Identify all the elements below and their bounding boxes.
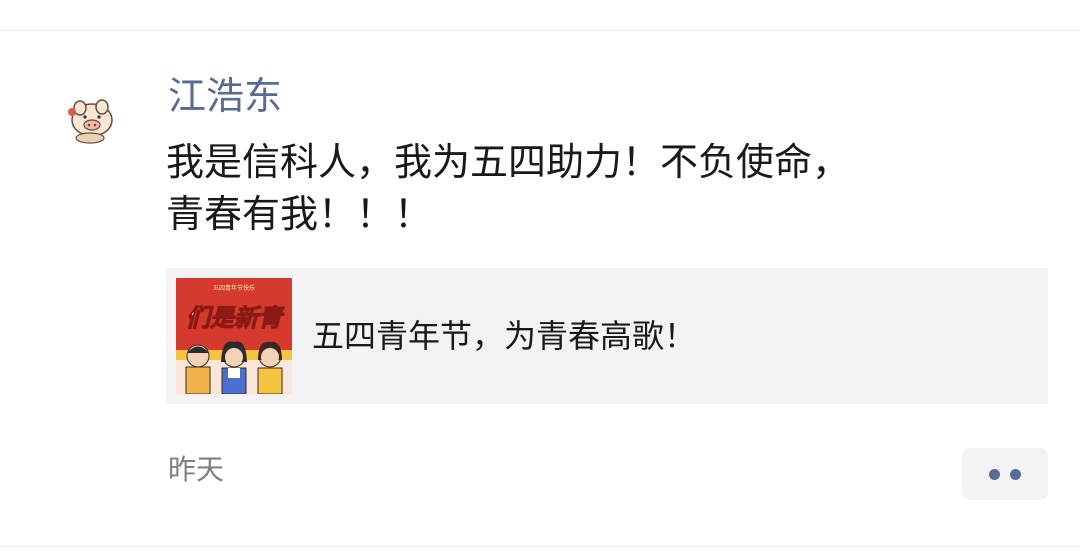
author-name[interactable]: 江浩东 bbox=[168, 72, 282, 120]
timestamp: 昨天 bbox=[168, 453, 225, 486]
moments-post: 江浩东 我是信科人，我为五四助力！不负使命， 青春有我！！！ 五四青年节快乐 们… bbox=[0, 0, 1080, 554]
more-button[interactable] bbox=[962, 448, 1048, 500]
cartoon-pig-avatar-icon bbox=[60, 90, 120, 150]
thumbnail-banner-text: 们是新青 bbox=[186, 304, 285, 332]
divider bbox=[0, 30, 1080, 31]
youth-day-thumbnail-image: 五四青年节快乐 们是新青 bbox=[176, 278, 292, 394]
shared-link-card[interactable]: 五四青年节快乐 们是新青 五四青年节，为青春高歌！ bbox=[166, 268, 1048, 404]
more-dots-icon bbox=[1010, 469, 1021, 480]
more-dots-icon bbox=[989, 469, 1000, 480]
post-text: 我是信科人，我为五四助力！不负使命， 青春有我！！！ bbox=[166, 140, 851, 236]
divider bbox=[0, 546, 1080, 547]
thumbnail-top-text: 五四青年节快乐 bbox=[213, 284, 255, 292]
avatar[interactable] bbox=[60, 90, 120, 150]
link-title: 五四青年节，为青春高歌！ bbox=[312, 317, 697, 355]
link-thumbnail: 五四青年节快乐 们是新青 bbox=[176, 278, 292, 394]
